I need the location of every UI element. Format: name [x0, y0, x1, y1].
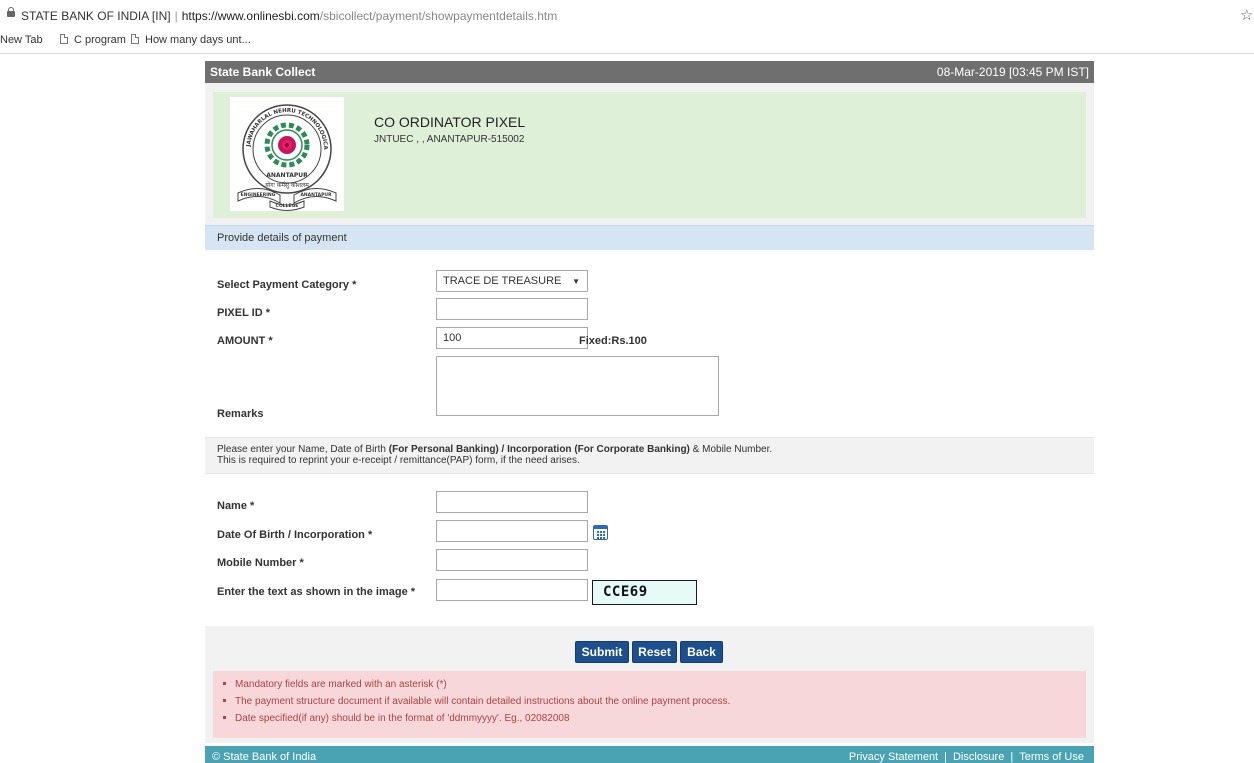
name-input[interactable]	[436, 491, 588, 513]
disclosure-link[interactable]: Disclosure	[950, 751, 1007, 763]
privacy-statement-link[interactable]: Privacy Statement	[846, 751, 941, 763]
svg-text:COLLEGE: COLLEGE	[276, 203, 299, 209]
payment-category-select[interactable]: TRACE DE TREASURE ▼	[436, 270, 588, 292]
page-footer: © State Bank of India Privacy Statement |…	[205, 746, 1094, 763]
notice-text-1: Please enter your Name, Date of Birth	[217, 444, 389, 455]
pixel-id-input[interactable]	[436, 298, 588, 320]
svg-text:ENGINEERING: ENGINEERING	[241, 192, 276, 198]
bookmark-label: New Tab	[0, 34, 43, 46]
institution-banner: JAWAHARLAL NEHRU TECHNOLOGICAL UNIVERSIT…	[213, 92, 1086, 218]
svg-text:योगः कर्मसु कौशलम्: योगः कर्मसु कौशलम्	[265, 181, 310, 189]
captcha-label: Enter the text as shown in the image *	[217, 586, 416, 598]
payment-details-form: Select Payment Category * TRACE DE TREAS…	[205, 250, 1094, 437]
instruction-text: Mandatory fields are marked with an aste…	[235, 679, 447, 690]
bookmark-new-tab[interactable]: New Tab	[0, 34, 43, 46]
remarks-label: Remarks	[217, 408, 264, 420]
amount-fixed-note: Fixed:Rs.100	[579, 335, 647, 347]
personal-details-form: Name * Date Of Birth / Incorporation * M…	[205, 474, 1094, 626]
site-identity: STATE BANK OF INDIA [IN]	[21, 9, 171, 23]
institution-address: JNTUEC , , ANANTAPUR-515002	[374, 134, 525, 145]
footer-links: Privacy Statement | Disclosure | Terms of Us…	[846, 751, 1087, 763]
page-icon	[131, 34, 139, 44]
header-datetime: 08-Mar-2019 [03:45 PM IST]	[936, 65, 1089, 79]
svg-text:ANANTAPUR: ANANTAPUR	[266, 172, 308, 179]
bookmark-label: C program	[74, 34, 126, 46]
list-item: The payment structure document if availa…	[223, 696, 1086, 707]
dob-label: Date Of Birth / Incorporation *	[217, 529, 373, 541]
bookmark-label: How many days unt...	[145, 34, 251, 46]
url-separator: |	[174, 9, 178, 23]
institution-logo: JAWAHARLAL NEHRU TECHNOLOGICAL UNIVERSIT…	[227, 93, 344, 211]
terms-of-use-link[interactable]: Terms of Use	[1016, 751, 1087, 763]
list-item: Date specified(if any) should be in the …	[223, 713, 1086, 724]
instructions-box: Mandatory fields are marked with an aste…	[213, 671, 1086, 738]
bookmark-c-program[interactable]: C program	[60, 34, 126, 46]
reset-button[interactable]: Reset	[632, 641, 677, 663]
amount-label: AMOUNT *	[217, 335, 273, 347]
mobile-input[interactable]	[436, 549, 588, 571]
mobile-label: Mobile Number *	[217, 557, 304, 569]
captcha-input[interactable]	[436, 579, 588, 601]
form-actions: Submit Reset Back	[205, 626, 1094, 671]
banner-wrapper: JAWAHARLAL NEHRU TECHNOLOGICAL UNIVERSIT…	[205, 83, 1094, 225]
url-path: /sbicollect/payment/showpaymentdetails.h…	[319, 9, 558, 23]
institution-name: CO ORDINATOR PIXEL	[374, 114, 526, 130]
payment-details-heading: Provide details of payment	[205, 225, 1094, 250]
info-wrapper: Mandatory fields are marked with an aste…	[205, 671, 1094, 743]
footer-separator: |	[1010, 751, 1014, 763]
pixel-id-label: PIXEL ID *	[217, 307, 270, 319]
payment-category-label: Select Payment Category *	[217, 279, 357, 291]
bookmarks-bar: New Tab C program How many days unt...	[0, 28, 1254, 54]
amount-input[interactable]	[436, 327, 588, 349]
calendar-icon[interactable]	[593, 525, 608, 540]
address-bar[interactable]: STATE BANK OF INDIA [IN] | https://www.onl…	[0, 0, 1254, 28]
submit-button[interactable]: Submit	[575, 641, 629, 663]
bullet-icon	[223, 682, 226, 685]
bookmark-how-many-days[interactable]: How many days unt...	[131, 34, 251, 46]
instruction-text: Date specified(if any) should be in the …	[235, 713, 570, 724]
captcha-image: CCE69	[592, 580, 697, 605]
copyright-text: © State Bank of India	[212, 751, 317, 763]
lock-icon	[7, 7, 15, 17]
bullet-icon	[223, 699, 226, 702]
sbi-collect-page: State Bank Collect 08-Mar-2019 [03:45 PM…	[205, 61, 1094, 763]
url-host: https://www.onlinesbi.com	[181, 9, 320, 23]
notice-text-2: & Mobile Number.	[689, 444, 773, 455]
instruction-text: The payment structure document if availa…	[235, 696, 731, 707]
payment-category-value: TRACE DE TREASURE	[443, 275, 562, 287]
dob-input[interactable]	[436, 520, 588, 542]
personal-details-notice: Please enter your Name, Date of Birth (F…	[205, 437, 1094, 474]
footer-separator: |	[944, 751, 947, 763]
svg-text:ANANTAPUR: ANANTAPUR	[300, 192, 332, 198]
list-item: Mandatory fields are marked with an aste…	[223, 679, 1086, 690]
notice-bold-text: (For Personal Banking) / Incorporation (…	[388, 444, 690, 455]
back-button[interactable]: Back	[680, 641, 723, 663]
remarks-textarea[interactable]	[436, 356, 719, 416]
page-icon	[60, 34, 68, 44]
notice-line-2: This is required to reprint your e-recei…	[217, 455, 580, 466]
url-display[interactable]: STATE BANK OF INDIA [IN] | https://www.onl…	[21, 9, 557, 23]
bullet-icon	[223, 716, 226, 719]
notice-line-1: Please enter your Name, Date of Birth (F…	[217, 444, 1094, 455]
name-label: Name *	[217, 500, 255, 512]
page-title: State Bank Collect	[210, 65, 316, 79]
page-header: State Bank Collect 08-Mar-2019 [03:45 PM…	[205, 61, 1094, 83]
bookmark-star-icon[interactable]: ☆	[1240, 6, 1253, 24]
dropdown-arrow-icon: ▼	[572, 277, 580, 286]
